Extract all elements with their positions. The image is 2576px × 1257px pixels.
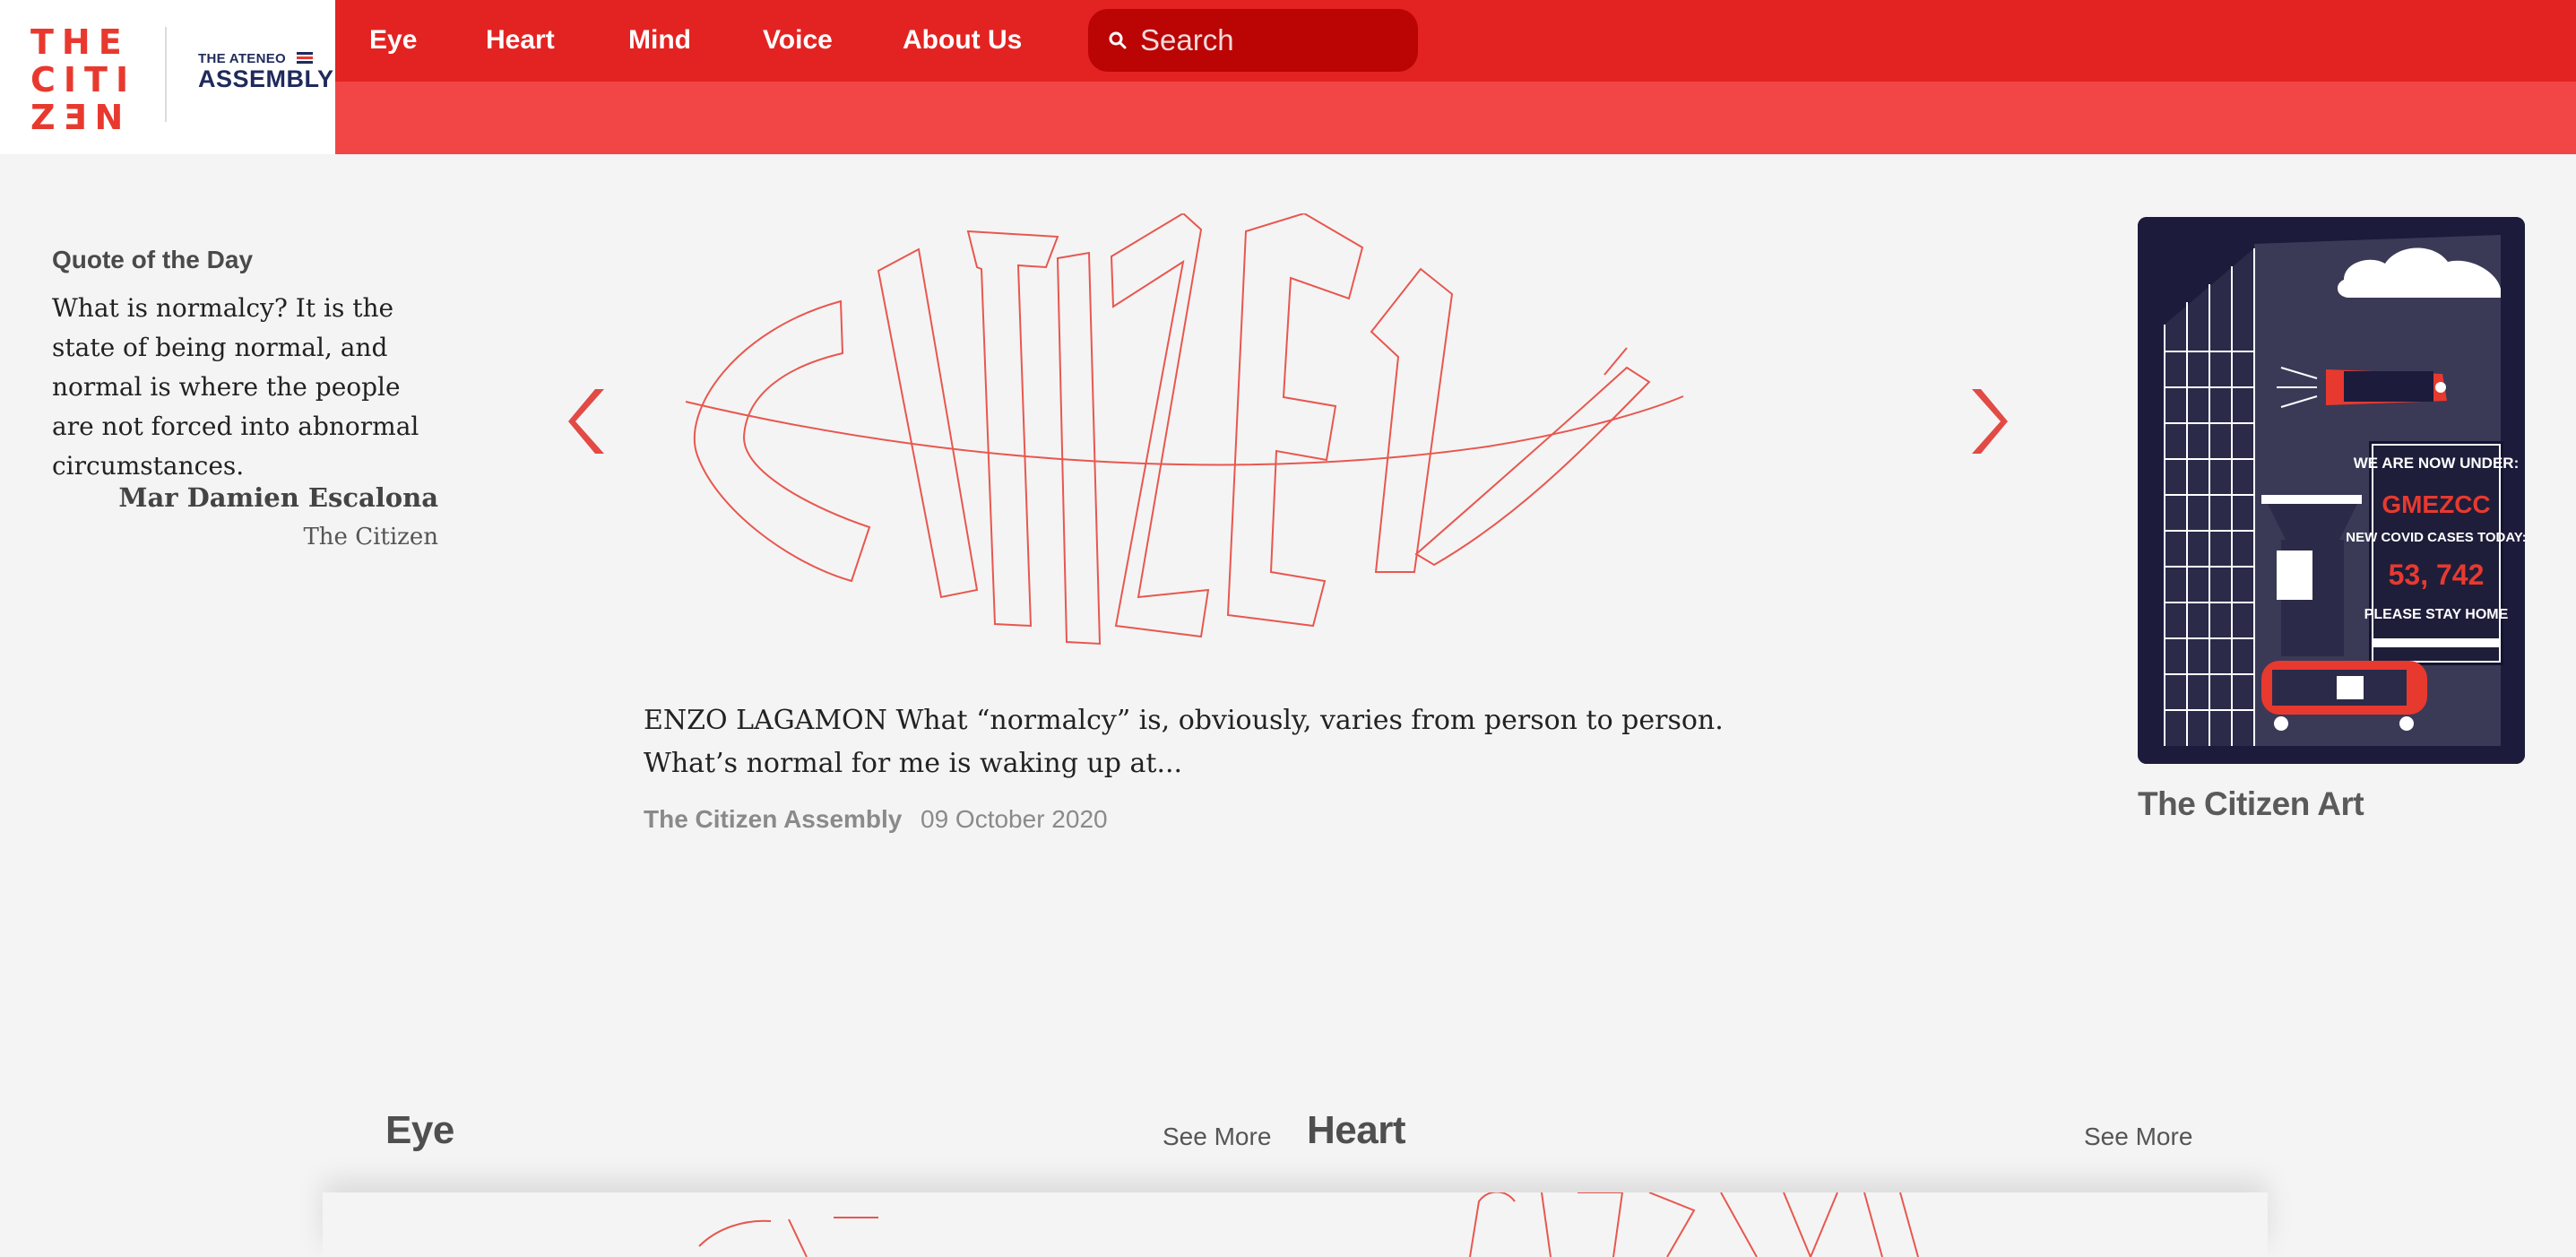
featured-article-source[interactable]: The Citizen Assembly (644, 805, 902, 834)
nav-voice[interactable]: Voice (763, 25, 833, 56)
assembly-logo-top: THE ATENEO (198, 51, 287, 66)
search-bar[interactable] (1088, 9, 1418, 72)
section-eye-see-more[interactable]: See More (1163, 1123, 1271, 1151)
search-input[interactable] (1140, 21, 1400, 60)
quote-source: The Citizen (303, 524, 438, 550)
nav-heart[interactable]: Heart (486, 25, 555, 56)
citizen-art-card[interactable]: WE ARE NOW UNDER: GMEZCC NEW COVID CASES… (2138, 217, 2525, 764)
featured-citizen-wordmark-art[interactable] (681, 213, 1927, 653)
search-icon (1109, 31, 1127, 49)
nav-about-us[interactable]: About Us (903, 25, 1022, 56)
ateneo-assembly-logo[interactable]: THE ATENEO ASSEMBLY (198, 52, 334, 91)
logo-line-1: THE (30, 22, 130, 62)
logo-line-3: ZƎN (30, 98, 132, 137)
nav-mind[interactable]: Mind (628, 25, 691, 56)
billboard-top: WE ARE NOW UNDER: (2354, 455, 2519, 472)
section-card-art-preview (698, 1192, 1919, 1257)
the-citizen-logo[interactable]: THE CITI ZƎN (30, 22, 137, 137)
carousel-next-arrow-icon[interactable] (1965, 386, 2008, 457)
section-heart-see-more[interactable]: See More (2084, 1123, 2192, 1151)
featured-article-date: 09 October 2020 (921, 805, 1108, 833)
logo-divider (165, 27, 167, 122)
sub-navbar (335, 82, 2576, 154)
billboard-mid: NEW COVID CASES TODAY: (2346, 530, 2525, 545)
section-cards-preview (323, 1192, 2268, 1257)
main-navbar: Eye Heart Mind Voice About Us (335, 0, 2576, 82)
section-eye-title[interactable]: Eye (385, 1108, 454, 1153)
quote-text: What is normalcy? It is the state of bei… (52, 293, 419, 481)
citizen-art-illustration: WE ARE NOW UNDER: GMEZCC NEW COVID CASES… (2138, 217, 2525, 764)
carousel-prev-arrow-icon[interactable] (568, 386, 611, 457)
nav-eye[interactable]: Eye (369, 25, 417, 56)
featured-article-excerpt[interactable]: ENZO LAGAMON What “normalcy” is, obvious… (644, 699, 1800, 785)
quote-author: Mar Damien Escalona (118, 482, 438, 513)
brand-logo-area[interactable]: THE CITI ZƎN THE ATENEO ASSEMBLY (0, 0, 335, 154)
quote-heading: Quote of the Day (52, 246, 254, 273)
logo-line-2: CITI (30, 60, 137, 100)
billboard-number: 53, 742 (2389, 559, 2485, 591)
flag-icon (297, 52, 313, 64)
billboard-code: GMEZCC (2382, 490, 2490, 518)
assembly-logo-bottom: ASSEMBLY (198, 65, 334, 92)
section-heart-title[interactable]: Heart (1307, 1108, 1406, 1153)
billboard-bottom: PLEASE STAY HOME (2364, 607, 2509, 622)
citizen-art-title[interactable]: The Citizen Art (2138, 785, 2364, 823)
